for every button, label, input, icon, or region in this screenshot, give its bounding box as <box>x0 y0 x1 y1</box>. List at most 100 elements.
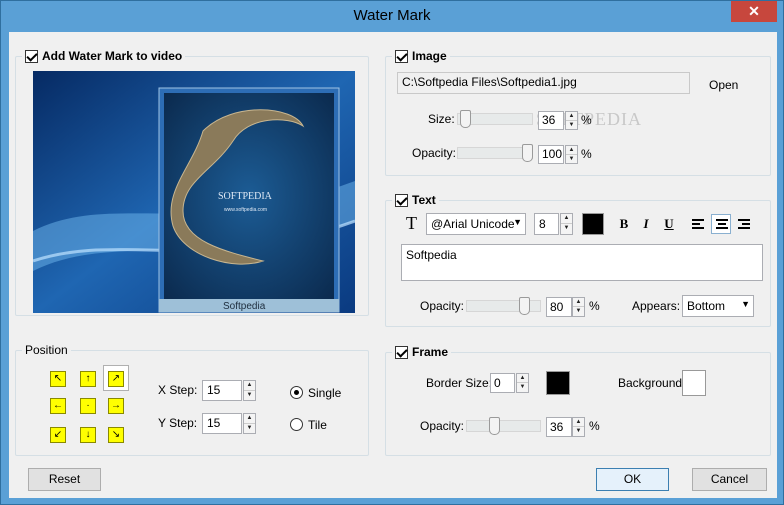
ok-button[interactable]: OK <box>596 468 669 491</box>
background-label: Background: <box>618 376 686 390</box>
cancel-button[interactable]: Cancel <box>692 468 767 491</box>
position-legend: Position <box>22 343 71 357</box>
frame-opacity-slider[interactable] <box>466 417 541 435</box>
water-mark-window: Water Mark ✕ Add Water Mark to video SOF… <box>0 0 784 505</box>
preview-watermark-title: SOFTPEDIA <box>218 191 273 202</box>
border-size-spinner[interactable]: ▲ ▼ <box>516 373 529 393</box>
image-opacity-slider[interactable] <box>457 144 533 162</box>
watermark-text-area[interactable]: Softpedia <box>401 244 763 281</box>
align-right-icon-line <box>742 223 750 225</box>
font-size-input[interactable]: 8 <box>534 213 559 235</box>
arrow-top-button[interactable]: ↑ <box>80 371 96 387</box>
arrow-bottom-button[interactable]: ↓ <box>80 427 96 443</box>
add-watermark-checkbox[interactable] <box>25 49 38 63</box>
text-color-swatch[interactable] <box>582 213 604 235</box>
preview-caption: Softpedia <box>223 301 266 312</box>
font-select-value: @Arial Unicode <box>431 217 515 231</box>
add-watermark-legend[interactable]: Add Water Mark to video <box>22 49 186 63</box>
image-size-unit: % <box>581 113 592 127</box>
text-opacity-spinner[interactable]: ▲ ▼ <box>572 297 585 317</box>
align-center-icon-line <box>718 223 726 225</box>
chevron-down-icon: ▼ <box>741 299 750 309</box>
bold-button[interactable]: B <box>614 214 634 234</box>
y-step-input[interactable]: 15 <box>202 413 242 434</box>
preview-image: SOFTPEDIA www.softpedia.com Softpedia <box>33 71 355 313</box>
text-opacity-slider-thumb[interactable] <box>519 297 530 315</box>
text-opacity-slider[interactable] <box>466 297 541 315</box>
text-opacity-label: Opacity: <box>420 299 465 313</box>
text-checkbox[interactable] <box>395 193 408 207</box>
font-size-spinner[interactable]: ▲ ▼ <box>560 213 573 235</box>
border-color-swatch[interactable] <box>546 371 570 395</box>
image-opacity-label: Opacity: <box>412 146 457 160</box>
arrow-bottom-right-button[interactable]: ↘ <box>108 427 124 443</box>
image-opacity-slider-thumb[interactable] <box>522 144 533 162</box>
image-size-label: Size: <box>428 112 455 126</box>
arrow-left-button[interactable]: ← <box>50 398 66 414</box>
frame-opacity-input[interactable]: 36 <box>546 417 572 437</box>
background-color-swatch[interactable] <box>682 370 706 396</box>
title-bar[interactable]: Water Mark ✕ <box>1 1 783 32</box>
single-radio[interactable] <box>290 386 303 399</box>
arrow-top-right-button[interactable]: ↗ <box>108 371 124 387</box>
image-path-field[interactable]: C:\Softpedia Files\Softpedia1.jpg <box>397 72 690 94</box>
frame-legend[interactable]: Frame <box>392 345 452 359</box>
image-legend[interactable]: Image <box>392 49 450 63</box>
frame-opacity-slider-thumb[interactable] <box>489 417 500 435</box>
x-step-spinner[interactable]: ▲ ▼ <box>243 380 256 401</box>
align-left-button[interactable] <box>688 214 708 234</box>
image-group: Image C:\Softpedia Files\Softpedia1.jpg … <box>385 49 771 176</box>
appears-select[interactable]: Bottom ▼ <box>682 295 754 317</box>
image-opacity-input[interactable]: 100 <box>538 145 564 164</box>
text-opacity-unit: % <box>589 299 600 313</box>
preview-group: Add Water Mark to video SOFTPEDIA www.so… <box>15 49 369 316</box>
font-select[interactable]: @Arial Unicode ▼ <box>426 213 526 235</box>
close-button[interactable]: ✕ <box>731 1 777 22</box>
appears-select-value: Bottom <box>687 299 726 313</box>
arrow-bottom-left-button[interactable]: ↙ <box>50 427 66 443</box>
chevron-down-icon: ▼ <box>513 217 522 227</box>
align-center-button[interactable] <box>711 214 731 234</box>
font-type-icon: T <box>406 213 417 233</box>
tile-label: Tile <box>308 418 327 432</box>
image-checkbox[interactable] <box>395 49 408 63</box>
image-opacity-spinner[interactable]: ▲ ▼ <box>565 145 578 164</box>
text-opacity-input[interactable]: 80 <box>546 297 572 317</box>
x-step-label: X Step: <box>158 383 198 397</box>
reset-button[interactable]: Reset <box>28 468 101 491</box>
align-right-button[interactable] <box>734 214 754 234</box>
y-step-spinner[interactable]: ▲ ▼ <box>243 413 256 434</box>
arrow-top-left-button[interactable]: ↖ <box>50 371 66 387</box>
border-size-input[interactable]: 0 <box>490 373 515 393</box>
text-legend[interactable]: Text <box>392 193 439 207</box>
image-size-slider[interactable] <box>457 110 533 128</box>
frame-label: Frame <box>412 345 449 359</box>
single-label: Single <box>308 386 342 400</box>
image-size-input[interactable]: 36 <box>538 111 564 130</box>
position-group: Position ↖ ↑ ↗ ← · → ↙ ↓ ↘ X Step: 15 ▲ ▼… <box>15 343 369 456</box>
position-label: Position <box>25 343 68 357</box>
italic-button[interactable]: I <box>636 214 656 234</box>
align-center-icon-line <box>716 227 728 229</box>
align-right-icon-line <box>738 227 750 229</box>
frame-group: Frame Border Size: 0 ▲ ▼ Background: Opac… <box>385 345 771 456</box>
underline-button[interactable]: U <box>659 214 679 234</box>
image-opacity-unit: % <box>581 147 592 161</box>
x-step-input[interactable]: 15 <box>202 380 242 401</box>
image-size-slider-thumb[interactable] <box>460 110 471 128</box>
y-step-label: Y Step: <box>158 416 198 430</box>
arrow-right-button[interactable]: → <box>108 398 124 414</box>
image-size-spinner[interactable]: ▲ ▼ <box>565 111 578 130</box>
frame-checkbox[interactable] <box>395 345 408 359</box>
border-size-label: Border Size: <box>426 376 493 390</box>
image-label: Image <box>412 49 447 63</box>
open-image-link[interactable]: Open <box>709 78 738 92</box>
frame-opacity-spinner[interactable]: ▲ ▼ <box>572 417 585 437</box>
align-left-icon-line <box>692 227 704 229</box>
frame-opacity-label: Opacity: <box>420 419 465 433</box>
tile-radio[interactable] <box>290 418 303 431</box>
add-watermark-label: Add Water Mark to video <box>42 49 183 63</box>
dialog-client: Add Water Mark to video SOFTPEDIA www.so… <box>9 32 777 498</box>
window-title: Water Mark <box>353 7 431 24</box>
center-button[interactable]: · <box>80 398 96 414</box>
